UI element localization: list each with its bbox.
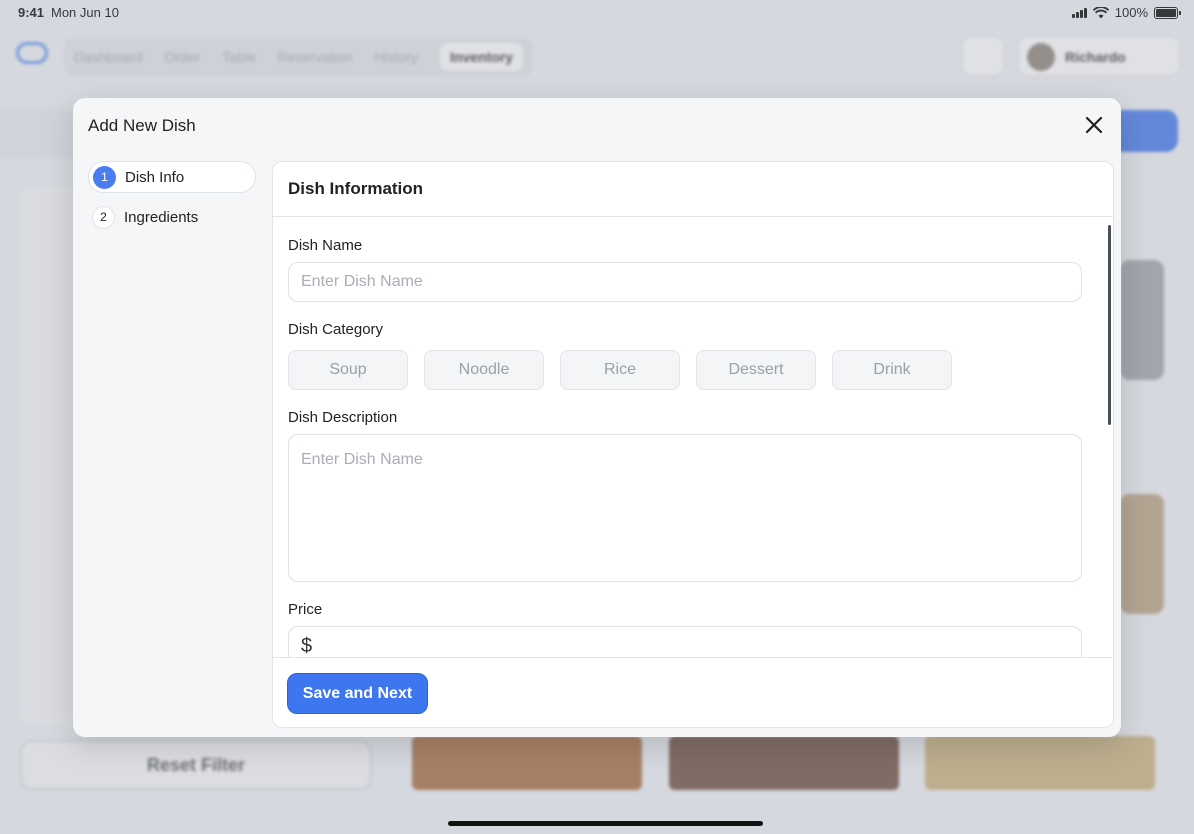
save-and-next-button[interactable]: Save and Next	[287, 673, 428, 714]
category-dessert[interactable]: Dessert	[696, 350, 816, 390]
dish-name-label: Dish Name	[288, 237, 363, 254]
step-list: 1 Dish Info 2 Ingredients	[88, 161, 256, 241]
dish-description-input[interactable]: Enter Dish Name	[288, 434, 1082, 582]
dollar-icon: $	[301, 635, 313, 657]
dish-description-label: Dish Description	[288, 409, 398, 426]
add-dish-modal: Add New Dish 1 Dish Info 2 Ingredients D…	[73, 98, 1121, 737]
modal-footer: Save and Next	[273, 657, 1113, 727]
step-number: 2	[92, 205, 115, 229]
section-title: Dish Information	[273, 162, 1113, 217]
category-drink[interactable]: Drink	[832, 350, 952, 390]
dish-category-label: Dish Category	[288, 321, 384, 338]
home-indicator	[448, 821, 763, 826]
step-dish-info[interactable]: 1 Dish Info	[88, 161, 256, 193]
modal-title: Add New Dish	[88, 116, 196, 135]
price-input[interactable]: $	[288, 626, 1082, 657]
scrollbar[interactable]	[1108, 225, 1111, 425]
dish-form: Dish Name Enter Dish Name Dish Category …	[288, 217, 1082, 657]
step-label: Dish Info	[125, 168, 185, 186]
dish-info-card: Dish Information Dish Name Enter Dish Na…	[272, 161, 1114, 728]
category-noodle[interactable]: Noodle	[424, 350, 544, 390]
step-ingredients[interactable]: 2 Ingredients	[88, 201, 256, 233]
step-number: 1	[93, 165, 116, 189]
category-soup[interactable]: Soup	[288, 350, 408, 390]
step-label: Ingredients	[124, 208, 199, 226]
close-icon[interactable]	[1084, 115, 1104, 135]
category-options: Soup Noodle Rice Dessert Drink	[288, 350, 952, 390]
dish-name-input[interactable]: Enter Dish Name	[288, 262, 1082, 302]
price-label: Price	[288, 601, 323, 618]
category-rice[interactable]: Rice	[560, 350, 680, 390]
